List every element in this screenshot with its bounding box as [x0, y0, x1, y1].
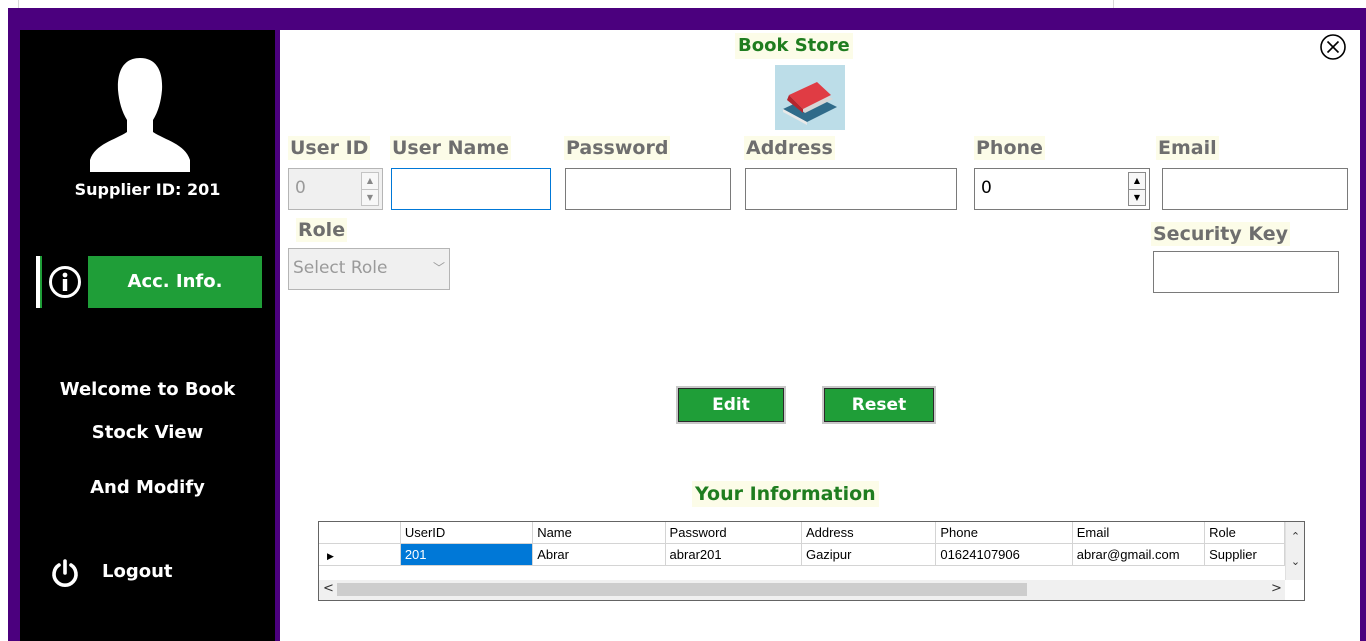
welcome-line-3: And Modify — [90, 477, 205, 498]
scroll-down-icon[interactable]: ⌄ — [1286, 551, 1304, 580]
password-label: Password — [564, 136, 671, 160]
column-header[interactable]: Email — [1072, 522, 1206, 544]
strip-divider — [18, 0, 19, 8]
active-indicator — [36, 256, 40, 308]
horizontal-scrollbar[interactable]: < > — [319, 580, 1285, 600]
grid-table: UserID Name Password Address Phone Email… — [319, 522, 1285, 566]
email-input[interactable] — [1162, 168, 1348, 210]
phone-spin[interactable]: ▲ ▼ — [1128, 172, 1146, 206]
edit-button[interactable]: Edit — [676, 386, 786, 424]
security-key-input[interactable] — [1153, 251, 1339, 293]
user-id-spin[interactable]: ▲ ▼ — [361, 172, 379, 206]
welcome-line-1: Welcome to Book — [59, 379, 236, 400]
supplier-id-label: Supplier ID: 201 — [74, 180, 221, 199]
cell-address[interactable]: Gazipur — [801, 543, 937, 566]
user-name-input[interactable] — [391, 168, 551, 210]
role-selected: Select Role — [293, 258, 388, 278]
cell-phone[interactable]: 01624107906 — [935, 543, 1073, 566]
title-strip — [0, 0, 1366, 8]
books-icon — [775, 65, 845, 130]
your-information-title: Your Information — [692, 481, 879, 507]
logout-button[interactable]: Logout — [34, 550, 234, 594]
column-header[interactable]: Name — [532, 522, 666, 544]
cell-email[interactable]: abrar@gmail.com — [1072, 543, 1206, 566]
spin-up-icon[interactable]: ▲ — [362, 173, 378, 190]
cell-userid[interactable]: 201 — [400, 543, 534, 566]
close-icon — [1320, 34, 1346, 60]
spin-up-icon[interactable]: ▲ — [1129, 173, 1145, 190]
role-label: Role — [296, 218, 348, 242]
acc-info-icon-box — [42, 256, 88, 308]
information-grid[interactable]: UserID Name Password Address Phone Email… — [318, 521, 1305, 601]
strip-divider — [1113, 0, 1114, 8]
user-avatar-icon — [90, 58, 190, 172]
address-label: Address — [744, 136, 835, 160]
welcome-line-2: Stock View — [91, 422, 204, 443]
row-selector[interactable]: ▶ — [319, 543, 401, 566]
table-row[interactable]: ▶ 201 Abrar abrar201 Gazipur 01624107906… — [319, 543, 1285, 566]
email-label: Email — [1156, 136, 1219, 160]
app-title: Book Store — [735, 33, 853, 59]
spin-down-icon[interactable]: ▼ — [1129, 190, 1145, 206]
phone-label: Phone — [974, 136, 1045, 160]
main-panel: Book Store User ID User Name Password Ad… — [280, 30, 1360, 641]
acc-info-label: Acc. Info. — [127, 271, 223, 292]
sidebar: Supplier ID: 201 Acc. Info. Welcome to B… — [20, 30, 275, 641]
scroll-right-icon[interactable]: > — [1271, 581, 1282, 596]
role-select[interactable]: Select Role ﹀ — [288, 248, 450, 290]
power-icon — [52, 559, 78, 587]
row-pointer-icon: ▶ — [327, 551, 334, 561]
cell-role[interactable]: Supplier — [1204, 543, 1285, 566]
acc-info-button[interactable]: Acc. Info. — [36, 256, 262, 308]
phone-value: 0 — [981, 178, 992, 198]
column-header[interactable]: Role — [1204, 522, 1285, 544]
grid-header-row: UserID Name Password Address Phone Email… — [319, 522, 1285, 544]
address-input[interactable] — [745, 168, 957, 210]
column-header[interactable]: Phone — [935, 522, 1073, 544]
logout-label: Logout — [102, 561, 173, 582]
close-button[interactable] — [1318, 32, 1348, 62]
cell-password[interactable]: abrar201 — [665, 543, 802, 566]
spin-down-icon[interactable]: ▼ — [362, 190, 378, 206]
phone-stepper[interactable]: 0 ▲ ▼ — [974, 168, 1150, 210]
info-icon — [49, 266, 81, 298]
cell-name[interactable]: Abrar — [532, 543, 666, 566]
column-header[interactable]: Address — [801, 522, 937, 544]
row-header-corner — [319, 522, 401, 544]
scroll-thumb[interactable] — [337, 583, 1027, 596]
user-id-label: User ID — [288, 136, 371, 160]
user-id-stepper[interactable]: 0 ▲ ▼ — [288, 168, 383, 210]
reset-button[interactable]: Reset — [822, 386, 936, 424]
scroll-left-icon[interactable]: < — [323, 581, 334, 596]
chevron-down-icon[interactable]: ﹀ — [433, 259, 445, 276]
vertical-scrollbar[interactable]: ⌃ ⌄ — [1285, 522, 1304, 580]
password-input[interactable] — [565, 168, 731, 210]
column-header[interactable]: UserID — [400, 522, 534, 544]
user-id-value: 0 — [295, 178, 306, 198]
security-key-label: Security Key — [1151, 222, 1290, 246]
scroll-up-icon[interactable]: ⌃ — [1286, 522, 1304, 551]
column-header[interactable]: Password — [665, 522, 802, 544]
user-name-label: User Name — [390, 136, 512, 160]
